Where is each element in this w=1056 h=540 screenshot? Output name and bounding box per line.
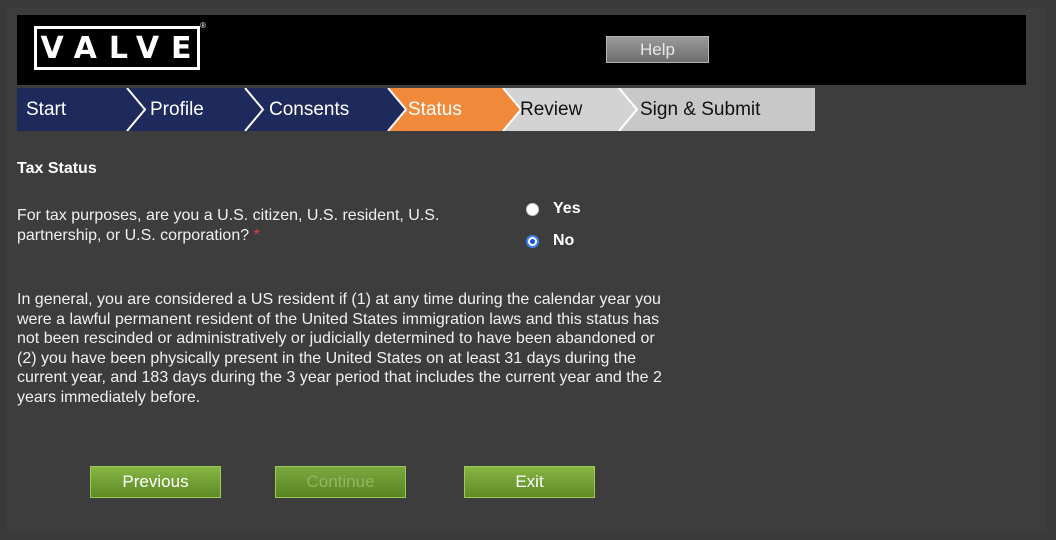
progress-steps: Start Profile Consents Status Review Sig… [17,88,817,131]
valve-logo: VALVE ® [34,21,206,70]
resident-info-text: In general, you are considered a US resi… [17,291,662,406]
exit-button[interactable]: Exit [464,466,595,498]
step-consents[interactable]: Consents [269,88,349,131]
step-start[interactable]: Start [26,88,66,131]
header-bar: VALVE ® Help [17,15,1026,85]
radio-yes[interactable] [526,202,539,216]
section-title: Tax Status [17,160,97,177]
step-review[interactable]: Review [520,88,582,131]
step-status[interactable]: Status [408,88,462,131]
option-yes[interactable]: Yes [526,199,581,219]
logo-text: VALVE [40,30,204,66]
tax-question: For tax purposes, are you a U.S. citizen… [17,206,487,246]
previous-button[interactable]: Previous [90,466,221,498]
page-frame [6,7,1046,532]
step-profile[interactable]: Profile [150,88,204,131]
option-no[interactable]: No [526,231,574,251]
continue-button[interactable]: Continue [275,466,406,498]
radio-no[interactable] [526,234,539,248]
step-sign-submit[interactable]: Sign & Submit [640,88,760,131]
option-yes-label: Yes [553,200,581,217]
option-no-label: No [553,232,575,249]
question-text: For tax purposes, are you a U.S. citizen… [17,207,440,244]
help-button[interactable]: Help [606,36,709,63]
required-mark: * [253,227,260,244]
registered-mark: ® [200,21,206,30]
